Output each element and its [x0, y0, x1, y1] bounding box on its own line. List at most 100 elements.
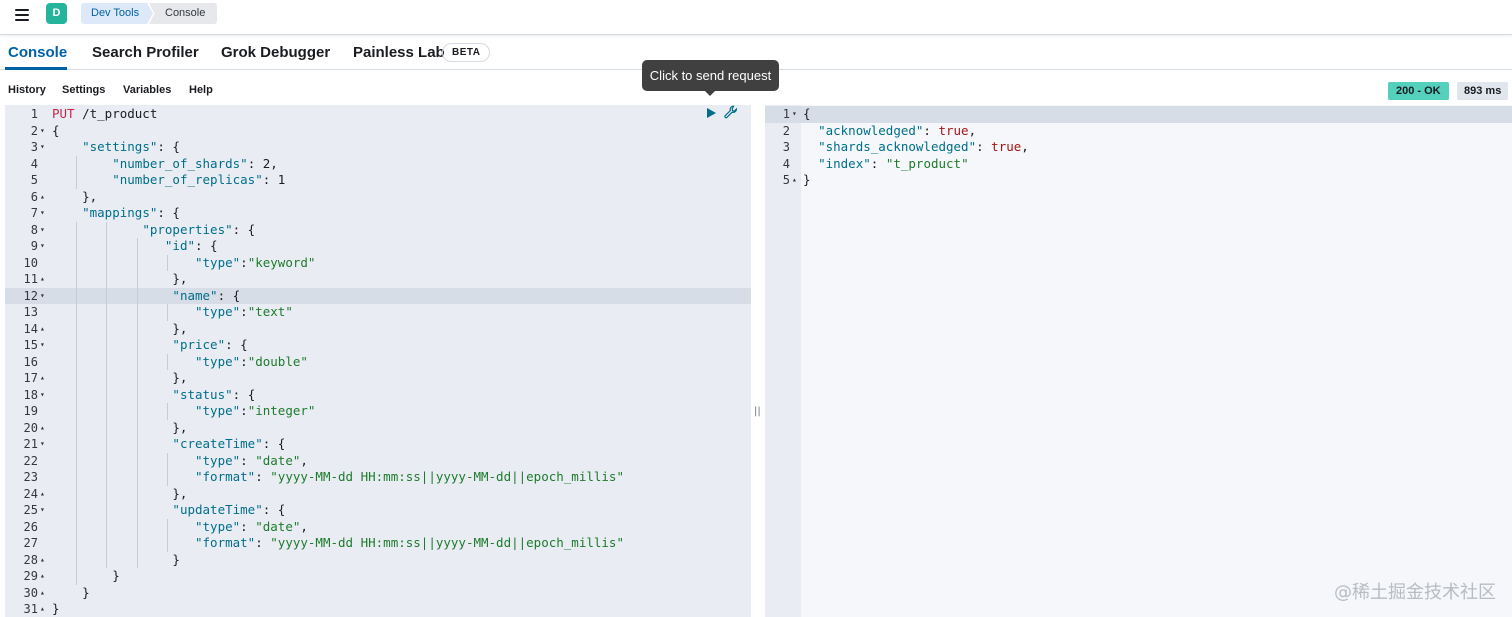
line-number: 4: [30, 156, 38, 171]
fold-caret-down-icon[interactable]: ▾: [40, 337, 45, 354]
indent-guide: [76, 304, 78, 321]
indent-guide: [106, 320, 108, 337]
request-line: 19 "type":"integer": [5, 403, 751, 420]
indent-guide: [76, 551, 78, 568]
request-line: 28 ▴ }: [5, 552, 751, 569]
fold-caret-down-icon[interactable]: ▾: [40, 205, 45, 222]
fold-caret-down-icon[interactable]: ▾: [40, 139, 45, 156]
code-text: "number_of_shards": 2,: [112, 155, 278, 171]
wrench-icon[interactable]: [724, 105, 738, 119]
response-line: 5 ▴}: [765, 172, 1512, 189]
fold-caret-down-icon[interactable]: ▾: [40, 387, 45, 404]
indent-guide: [76, 452, 78, 469]
line-number: 23: [23, 470, 38, 484]
line-number: 9: [30, 239, 38, 253]
fold-caret-up-icon[interactable]: ▴: [40, 321, 45, 338]
request-line: 26 "type": "date",: [5, 519, 751, 536]
line-number: 27: [23, 536, 38, 550]
line-number: 29: [23, 569, 38, 583]
code-text: "type":"double": [195, 353, 308, 369]
tab-console[interactable]: Console: [8, 44, 67, 61]
line-number: 24: [23, 486, 38, 501]
indent-guide: [76, 370, 78, 387]
breadcrumb-dev-tools[interactable]: Dev Tools: [81, 3, 153, 24]
code-text: "number_of_replicas": 1: [112, 172, 286, 187]
play-icon[interactable]: [705, 107, 717, 119]
fold-caret-up-icon[interactable]: ▴: [40, 568, 45, 585]
breadcrumb-console: Console: [149, 3, 217, 24]
variables-button[interactable]: Variables: [123, 84, 171, 96]
settings-button[interactable]: Settings: [62, 84, 105, 96]
indent-guide: [76, 287, 78, 304]
response-line: 4 "index": "t_product": [765, 156, 1512, 173]
line-number: 4: [782, 156, 790, 171]
request-line: 5 "number_of_replicas": 1: [5, 172, 751, 189]
fold-caret-down-icon[interactable]: ▾: [40, 502, 45, 519]
indent-guide: [76, 353, 78, 370]
hamburger-menu-icon[interactable]: [12, 6, 32, 26]
fold-caret-up-icon[interactable]: ▴: [40, 420, 45, 437]
fold-caret-up-icon[interactable]: ▴: [792, 172, 797, 189]
tab-grok-debugger[interactable]: Grok Debugger: [221, 44, 330, 61]
code-text: "properties": {: [142, 221, 256, 237]
line-number: 12: [23, 288, 38, 303]
code-text: "type": "date",: [195, 452, 308, 468]
response-viewer: 1 ▾{2 "acknowledged": true, 3 "shards_ackn…: [765, 105, 1512, 617]
fold-caret-up-icon[interactable]: ▴: [40, 370, 45, 387]
fold-caret-up-icon[interactable]: ▴: [40, 552, 45, 569]
request-editor[interactable]: 1 PUT /t_product 2 ▾{3 ▾ "settings": {4 "num…: [5, 105, 751, 617]
code-text: "type": "date",: [195, 518, 308, 534]
tab-painless-lab[interactable]: Painless Lab: [353, 44, 445, 61]
indent-guide: [106, 518, 108, 535]
code-text: {: [52, 122, 60, 138]
history-button[interactable]: History: [8, 84, 46, 96]
help-button[interactable]: Help: [189, 84, 213, 96]
indent-guide: [136, 502, 138, 519]
response-line: 3 "shards_acknowledged": true,: [765, 139, 1512, 156]
fold-caret-down-icon[interactable]: ▾: [40, 436, 45, 453]
fold-caret-down-icon[interactable]: ▾: [40, 288, 45, 305]
indent-guide: [136, 271, 138, 288]
code-text: },: [52, 271, 188, 286]
indent-guide: [106, 535, 108, 552]
line-number: 17: [23, 371, 38, 385]
fold-caret-up-icon[interactable]: ▴: [40, 271, 45, 288]
fold-caret-down-icon[interactable]: ▾: [40, 222, 45, 239]
indent-guide: [76, 403, 78, 420]
request-line: 31 ▴}: [5, 601, 751, 617]
tab-search-profiler[interactable]: Search Profiler: [92, 44, 199, 61]
request-line: 27 "format": "yyyy-MM-dd HH:mm:ss||yyyy-…: [5, 535, 751, 552]
indent-guide: [76, 238, 78, 255]
fold-caret-up-icon[interactable]: ▴: [40, 585, 45, 602]
request-line: 14 ▴ },: [5, 321, 751, 338]
fold-caret-up-icon[interactable]: ▴: [40, 189, 45, 206]
indent-guide: [166, 469, 168, 486]
indent-guide: [136, 353, 138, 370]
fold-caret-down-icon[interactable]: ▾: [40, 123, 45, 140]
indent-guide: [136, 287, 138, 304]
indent-guide: [76, 469, 78, 486]
request-line: 18 ▾ "status": {: [5, 387, 751, 404]
indent-guide: [136, 535, 138, 552]
line-number: 26: [23, 519, 38, 534]
resize-handle-icon[interactable]: ||: [754, 406, 761, 417]
code-text: },: [52, 485, 188, 501]
line-number: 19: [23, 404, 38, 418]
line-number: 8: [30, 222, 38, 237]
code-text: "format": "yyyy-MM-dd HH:mm:ss||yyyy-MM-…: [195, 469, 624, 484]
code-text: "name": {: [172, 287, 241, 303]
fold-caret-down-icon[interactable]: ▾: [40, 238, 45, 255]
indent-guide: [76, 155, 78, 172]
request-line: 20 ▴ },: [5, 420, 751, 437]
indent-guide: [106, 419, 108, 436]
code-text: "format": "yyyy-MM-dd HH:mm:ss||yyyy-MM-…: [195, 535, 624, 550]
space-avatar[interactable]: D: [46, 3, 67, 24]
fold-caret-up-icon[interactable]: ▴: [40, 601, 45, 617]
fold-caret-down-icon[interactable]: ▾: [792, 106, 797, 123]
request-line: 29 ▴ }: [5, 568, 751, 585]
indent-guide: [136, 419, 138, 436]
indent-guide: [106, 370, 108, 387]
request-line: 30 ▴ }: [5, 585, 751, 602]
fold-caret-up-icon[interactable]: ▴: [40, 486, 45, 503]
code-text: "index": "t_product": [818, 155, 969, 171]
